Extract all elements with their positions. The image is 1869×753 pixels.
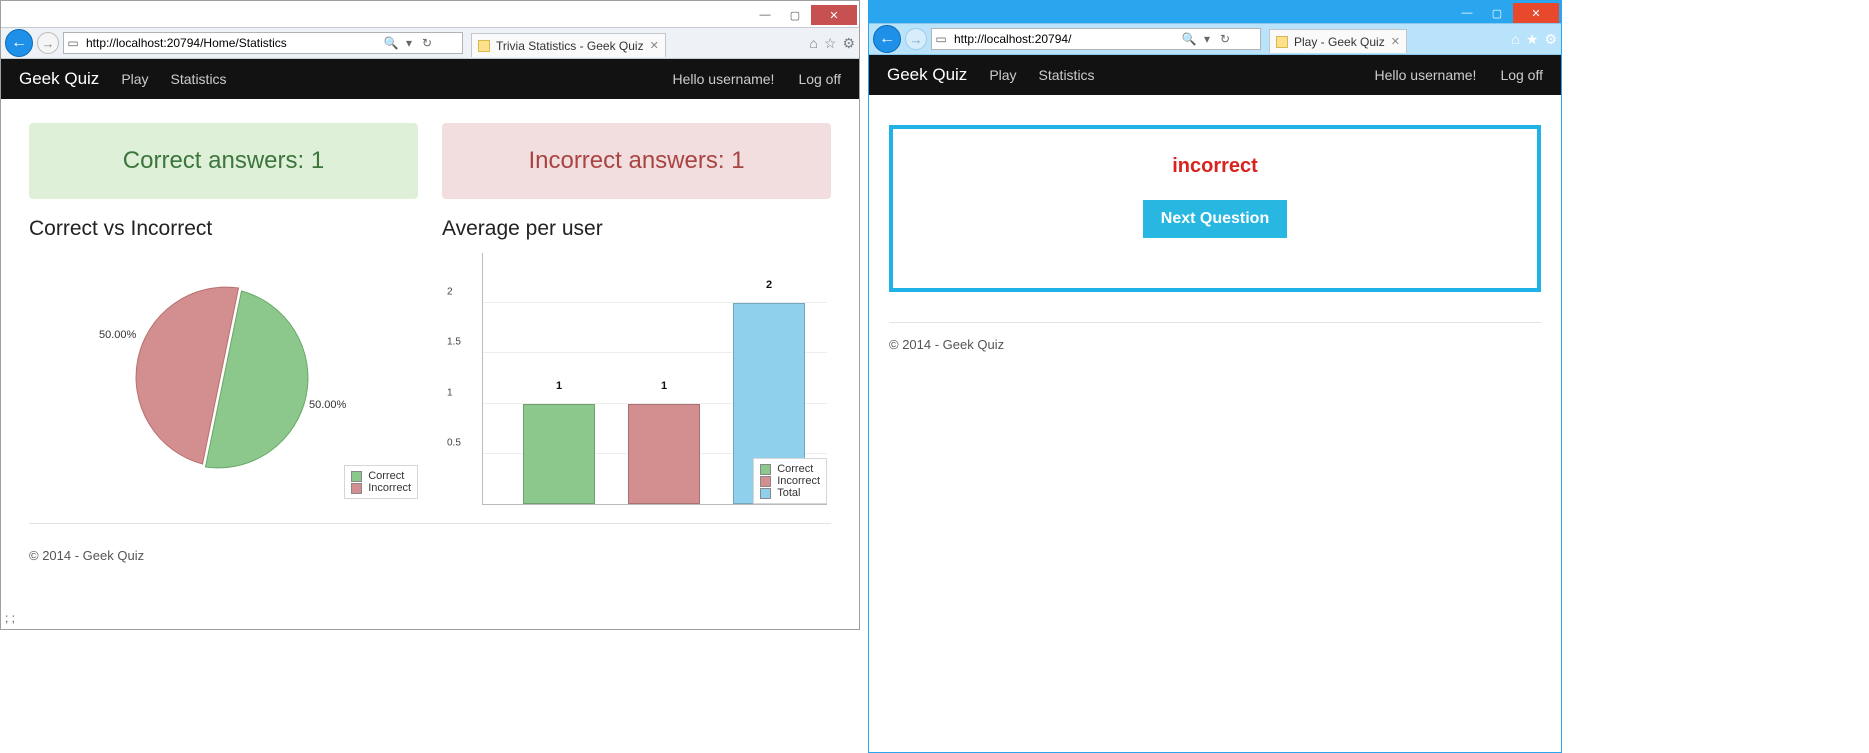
url-input[interactable] (950, 29, 1180, 49)
search-icon[interactable]: 🔍 (1180, 32, 1198, 46)
pie-chart: 50.00% 50.00% Correct Incorrect (29, 249, 418, 499)
logoff-link[interactable]: Log off (1500, 67, 1543, 83)
refresh-icon[interactable]: ↻ (418, 36, 436, 50)
ytick-label: 0.5 (447, 437, 461, 448)
incorrect-answers-card: Incorrect answers: 1 (442, 123, 831, 199)
pie-label-incorrect: 50.00% (99, 329, 136, 341)
tab-strip: Play - Geek Quiz ✕ (1269, 25, 1507, 53)
result-text: incorrect (903, 155, 1527, 178)
address-bar[interactable]: ▭ 🔍 ▾ ↻ (931, 28, 1261, 50)
bar-legend: Correct Incorrect Total (753, 458, 827, 504)
legend-label: Incorrect (368, 482, 411, 494)
nav-forward-button[interactable]: → (37, 32, 59, 54)
legend-label: Total (777, 487, 800, 499)
ytick-label: 2 (447, 287, 453, 298)
tools-gear-icon[interactable]: ⚙ (842, 35, 855, 52)
page-footer: © 2014 - Geek Quiz (869, 323, 1561, 366)
quiz-result-card: incorrect Next Question (889, 125, 1541, 292)
browser-toolbar: ← → ▭ 🔍 ▾ ↻ Trivia Statistics - Geek Qui… (1, 27, 859, 59)
bar-chart: 0.5 1 1.5 2 1 1 2 Correct (442, 249, 831, 509)
browser-tab[interactable]: Play - Geek Quiz ✕ (1269, 29, 1407, 53)
nav-link-play[interactable]: Play (121, 71, 148, 87)
correct-answers-card: Correct answers: 1 (29, 123, 418, 199)
stray-text: ; ; (5, 611, 15, 625)
pie-label-correct: 50.00% (309, 399, 346, 411)
pie-legend: Correct Incorrect (344, 465, 418, 499)
tab-favicon-icon (478, 40, 490, 52)
url-input[interactable] (82, 33, 382, 53)
bar-value-label: 2 (733, 279, 805, 291)
brand-title[interactable]: Geek Quiz (19, 69, 99, 89)
home-icon[interactable]: ⌂ (809, 35, 817, 52)
bar-correct (523, 404, 595, 504)
favorites-icon[interactable]: ★ (1526, 31, 1539, 48)
favorites-icon[interactable]: ☆ (824, 35, 837, 52)
legend-label: Incorrect (777, 475, 820, 487)
window-titlebar: — ▢ ✕ (1, 1, 859, 27)
user-greeting[interactable]: Hello username! (1375, 67, 1477, 83)
page-favicon-icon: ▭ (64, 36, 82, 50)
tab-title: Trivia Statistics - Geek Quiz (496, 39, 644, 53)
bar-chart-title: Average per user (442, 217, 831, 241)
dropdown-icon[interactable]: ▾ (1198, 32, 1216, 46)
tab-strip: Trivia Statistics - Geek Quiz ✕ (471, 29, 805, 57)
tab-close-icon[interactable]: ✕ (650, 39, 659, 52)
page-footer: © 2014 - Geek Quiz (1, 548, 859, 577)
bar-incorrect (628, 404, 700, 504)
nav-link-statistics[interactable]: Statistics (171, 71, 227, 87)
ytick-label: 1 (447, 387, 453, 398)
bar-value-label: 1 (628, 380, 700, 392)
browser-window-statistics: — ▢ ✕ ← → ▭ 🔍 ▾ ↻ Trivia Statistics - Ge… (0, 0, 860, 630)
address-bar[interactable]: ▭ 🔍 ▾ ↻ (63, 32, 463, 54)
app-navbar: Geek Quiz Play Statistics Hello username… (869, 55, 1561, 95)
logoff-link[interactable]: Log off (798, 71, 841, 87)
nav-link-statistics[interactable]: Statistics (1039, 67, 1095, 83)
tab-title: Play - Geek Quiz (1294, 35, 1385, 49)
next-question-button[interactable]: Next Question (1143, 200, 1287, 238)
window-close-button[interactable]: ✕ (811, 5, 857, 25)
nav-back-button[interactable]: ← (873, 25, 901, 53)
window-minimize-button[interactable]: — (1453, 3, 1481, 23)
window-close-button[interactable]: ✕ (1513, 3, 1559, 23)
window-maximize-button[interactable]: ▢ (1483, 3, 1511, 23)
ytick-label: 1.5 (447, 337, 461, 348)
tab-favicon-icon (1276, 36, 1288, 48)
brand-title[interactable]: Geek Quiz (887, 65, 967, 85)
nav-back-button[interactable]: ← (5, 29, 33, 57)
browser-toolbar: ← → ▭ 🔍 ▾ ↻ Play - Geek Quiz ✕ ⌂ ★ ⚙ (869, 23, 1561, 55)
tab-close-icon[interactable]: ✕ (1391, 35, 1400, 48)
app-navbar: Geek Quiz Play Statistics Hello username… (1, 59, 859, 99)
window-minimize-button[interactable]: — (751, 5, 779, 25)
legend-label: Correct (777, 463, 813, 475)
user-greeting[interactable]: Hello username! (673, 71, 775, 87)
refresh-icon[interactable]: ↻ (1216, 32, 1234, 46)
pie-chart-title: Correct vs Incorrect (29, 217, 418, 241)
page-favicon-icon: ▭ (932, 32, 950, 46)
tools-gear-icon[interactable]: ⚙ (1544, 31, 1557, 48)
dropdown-icon[interactable]: ▾ (400, 36, 418, 50)
nav-forward-button[interactable]: → (905, 28, 927, 50)
browser-window-play: — ▢ ✕ ← → ▭ 🔍 ▾ ↻ Play - Geek Quiz ✕ ⌂ ★… (868, 0, 1562, 753)
legend-label: Correct (368, 470, 404, 482)
search-icon[interactable]: 🔍 (382, 36, 400, 50)
home-icon[interactable]: ⌂ (1511, 31, 1519, 48)
bar-value-label: 1 (523, 380, 595, 392)
nav-link-play[interactable]: Play (989, 67, 1016, 83)
window-maximize-button[interactable]: ▢ (781, 5, 809, 25)
browser-tab[interactable]: Trivia Statistics - Geek Quiz ✕ (471, 33, 666, 57)
window-titlebar: — ▢ ✕ (869, 1, 1561, 23)
